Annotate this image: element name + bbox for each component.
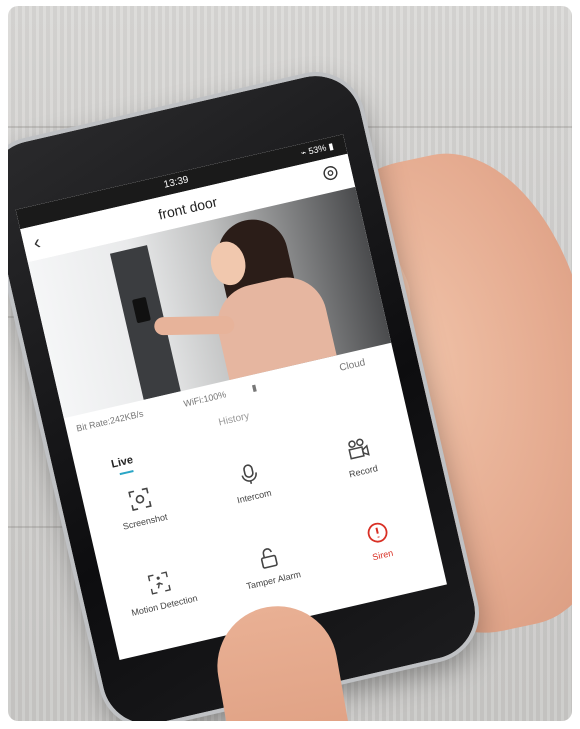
unlock-icon	[260, 548, 278, 569]
intercom-label: Intercom	[236, 487, 273, 506]
record-label: Record	[348, 463, 379, 480]
camera-record-icon	[348, 438, 370, 460]
alert-icon	[367, 522, 388, 543]
battery-indicator: ⌁ 53% ▮	[299, 140, 335, 159]
tab-live[interactable]: Live	[110, 454, 134, 471]
status-time: 13:39	[162, 174, 190, 191]
motion-icon	[147, 571, 171, 595]
tab-history[interactable]: History	[218, 411, 251, 429]
wifi-label: WiFi:100%	[182, 389, 228, 409]
cloud-tab[interactable]: Cloud	[338, 357, 366, 374]
app-screen: 13:39 ⌁ 53% ▮ ‹ front door Bit Rate:242K…	[15, 134, 447, 660]
visitor-arm	[154, 315, 235, 336]
siren-label: Siren	[371, 547, 395, 563]
screenshot-icon	[128, 487, 152, 511]
tamper-alarm-label: Tamper Alarm	[245, 569, 302, 592]
motion-detection-label: Motion Detection	[130, 592, 199, 618]
screenshot-label: Screenshot	[121, 511, 169, 532]
signal-icon: ▮	[250, 382, 258, 394]
photo-scene: 13:39 ⌁ 53% ▮ ‹ front door Bit Rate:242K…	[8, 6, 572, 721]
microphone-icon	[241, 464, 257, 484]
